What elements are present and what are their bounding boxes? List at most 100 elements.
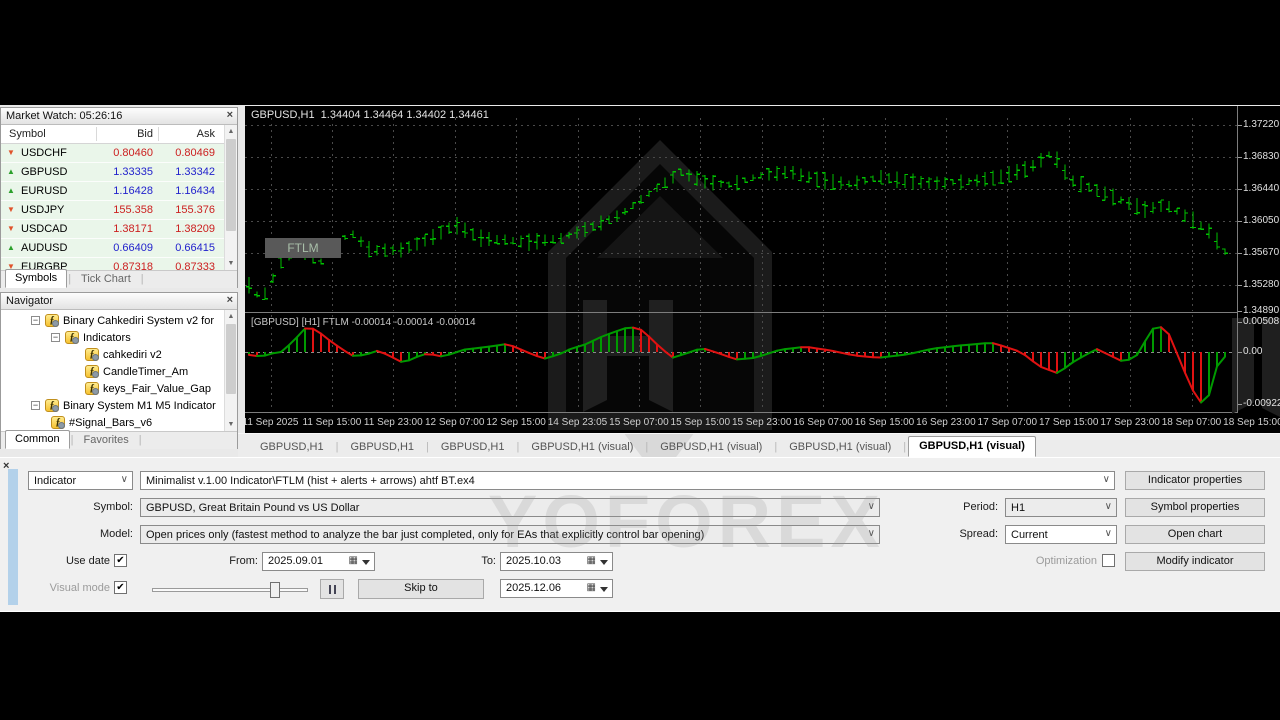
market-watch-scrollbar[interactable]: ▲ ▼	[224, 125, 237, 270]
chart-tab[interactable]: GBPUSD,H1 (visual)	[779, 438, 901, 457]
tree-item[interactable]: ƒ #Signal_Bars_v6	[1, 414, 237, 431]
visual-mode-label: Visual mode	[49, 582, 110, 594]
tab-divider: |	[516, 441, 520, 453]
tab-common[interactable]: Common	[5, 430, 70, 449]
close-icon[interactable]: ×	[227, 109, 233, 121]
tree-item[interactable]: ƒ CandleTimer_Am	[1, 363, 237, 380]
axis-tick	[1238, 157, 1242, 158]
symbol-select[interactable]: GBPUSD, Great Britain Pound vs US Dollar…	[140, 498, 880, 517]
period-label: Period:	[963, 501, 998, 513]
price-axis[interactable]: 1.37220 1.36830 1.36440 1.36050 1.35670 1.352…	[1237, 106, 1280, 413]
chevron-down-icon: ∨	[1102, 474, 1110, 485]
collapse-icon[interactable]: −	[31, 316, 40, 325]
skip-to-button[interactable]: Skip to	[358, 579, 484, 599]
column-ask[interactable]: Ask	[161, 128, 215, 140]
indicator-icon: ƒ	[51, 416, 65, 429]
visual-speed-slider[interactable]	[152, 582, 308, 598]
close-icon[interactable]: ×	[227, 294, 233, 306]
price-label: 1.35280	[1243, 279, 1280, 290]
navigator-titlebar[interactable]: Navigator ×	[1, 293, 237, 310]
market-watch-row[interactable]: ▼ USDCHF 0.80460 0.80469	[1, 144, 237, 163]
time-label: 17 Sep 23:00	[1100, 417, 1160, 428]
dropdown-caret-icon[interactable]	[600, 587, 608, 592]
tree-item[interactable]: ƒ cahkediri v2	[1, 346, 237, 363]
tree-item[interactable]: − ƒ Binary System M1 M5 Indicator	[1, 397, 237, 414]
optimization-checkbox[interactable]	[1102, 554, 1115, 567]
market-watch-row[interactable]: ▼ USDJPY 155.358 155.376	[1, 201, 237, 220]
axis-tick	[1238, 352, 1242, 353]
indicator-select[interactable]: Minimalist v.1.00 Indicator\FTLM (hist +…	[140, 471, 1115, 490]
market-watch-row[interactable]: ▲ AUDUSD 0.66409 0.66415	[1, 239, 237, 258]
chart-tab[interactable]: GBPUSD,H1	[250, 438, 334, 457]
ask-cell: 155.376	[175, 204, 215, 216]
tester-mode-select[interactable]: Indicator ∨	[28, 471, 133, 490]
open-chart-button[interactable]: Open chart	[1125, 525, 1265, 544]
chart-tab[interactable]: GBPUSD,H1	[340, 438, 424, 457]
visual-mode-checkbox[interactable]: ✔	[114, 581, 127, 594]
model-value: Open prices only (fastest method to anal…	[146, 528, 705, 541]
indicator-scale-label: 0.00508	[1243, 316, 1280, 327]
tree-item-label: Binary System M1 M5 Indicator	[63, 399, 216, 412]
market-watch-titlebar[interactable]: Market Watch: 05:26:16 ×	[1, 108, 237, 125]
collapse-icon[interactable]: −	[31, 401, 40, 410]
tab-tick-chart[interactable]: Tick Chart	[72, 271, 140, 288]
scroll-up-icon[interactable]: ▲	[225, 310, 237, 323]
spread-select[interactable]: Current ∨	[1005, 525, 1117, 544]
chart-tab[interactable]: GBPUSD,H1 (visual)	[908, 436, 1036, 457]
ftlm-chart-button[interactable]: FTLM	[265, 238, 341, 258]
time-axis[interactable]: 11 Sep 2025 11 Sep 15:00 11 Sep 23:00 12 Se…	[245, 415, 1280, 433]
dropdown-caret-icon[interactable]	[600, 560, 608, 565]
panel-grip[interactable]	[8, 469, 18, 605]
market-watch-row[interactable]: ▲ GBPUSD 1.33335 1.33342	[1, 163, 237, 182]
column-divider	[96, 127, 97, 141]
skip-to-date-field[interactable]: 2025.12.06 ▦	[500, 579, 613, 598]
use-date-checkbox[interactable]: ✔	[114, 554, 127, 567]
scroll-thumb[interactable]	[226, 324, 236, 394]
spread-value: Current	[1011, 528, 1048, 541]
navigator-panel: Navigator × − ƒ Binary Cahkediri System v2…	[0, 292, 238, 449]
to-date-field[interactable]: 2025.10.03 ▦	[500, 552, 613, 571]
tree-item[interactable]: − ƒ Indicators	[1, 329, 237, 346]
from-date-field[interactable]: 2025.09.01 ▦	[262, 552, 375, 571]
indicator-icon: ƒ	[85, 382, 99, 395]
pause-button[interactable]	[320, 579, 344, 599]
symbol-properties-button[interactable]: Symbol properties	[1125, 498, 1265, 517]
column-bid[interactable]: Bid	[98, 128, 153, 140]
tree-item-label: Binary Cahkediri System v2 for	[63, 314, 214, 327]
model-select[interactable]: Open prices only (fastest method to anal…	[140, 525, 880, 544]
tab-favorites[interactable]: Favorites	[74, 432, 137, 449]
tab-symbols[interactable]: Symbols	[5, 269, 68, 288]
chart-tab[interactable]: GBPUSD,H1 (visual)	[521, 438, 643, 457]
scroll-thumb[interactable]	[226, 139, 236, 231]
indicator-properties-button[interactable]: Indicator properties	[1125, 471, 1265, 490]
market-watch-row[interactable]: ▲ EURUSD 1.16428 1.16434	[1, 182, 237, 201]
period-select[interactable]: H1 ∨	[1005, 498, 1117, 517]
tree-item-label: cahkediri v2	[103, 348, 162, 361]
symbol-cell: GBPUSD	[21, 166, 68, 178]
column-symbol[interactable]: Symbol	[9, 128, 46, 140]
modify-indicator-button[interactable]: Modify indicator	[1125, 552, 1265, 571]
market-watch-row[interactable]: ▼ USDCAD 1.38171 1.38209	[1, 220, 237, 239]
tree-item[interactable]: − ƒ Binary Cahkediri System v2 for	[1, 312, 237, 329]
use-date-label: Use date	[65, 555, 110, 567]
dropdown-caret-icon[interactable]	[362, 560, 370, 565]
chart-tab[interactable]: GBPUSD,H1	[431, 438, 515, 457]
slider-thumb[interactable]	[270, 582, 280, 598]
chart-window[interactable]: GBPUSD,H1 1.34404 1.34464 1.34402 1.3446…	[245, 106, 1280, 433]
price-label: 1.36830	[1243, 151, 1280, 162]
chart-surface[interactable]	[245, 106, 1237, 433]
calendar-icon: ▦	[586, 582, 596, 593]
scroll-up-icon[interactable]: ▲	[225, 125, 237, 138]
bid-cell: 1.38171	[113, 223, 153, 235]
model-label: Model:	[99, 528, 133, 540]
time-label: 15 Sep 23:00	[731, 417, 792, 428]
chart-tab[interactable]: GBPUSD,H1 (visual)	[650, 438, 772, 457]
ask-cell: 0.80469	[175, 147, 215, 159]
tree-item[interactable]: ƒ keys_Fair_Value_Gap	[1, 380, 237, 397]
scroll-down-icon[interactable]: ▼	[225, 418, 237, 431]
scroll-down-icon[interactable]: ▼	[225, 257, 237, 270]
symbol-label: Symbol:	[93, 501, 133, 513]
time-label: 16 Sep 23:00	[916, 417, 976, 428]
navigator-scrollbar[interactable]: ▲ ▼	[224, 310, 237, 431]
collapse-icon[interactable]: −	[51, 333, 60, 342]
